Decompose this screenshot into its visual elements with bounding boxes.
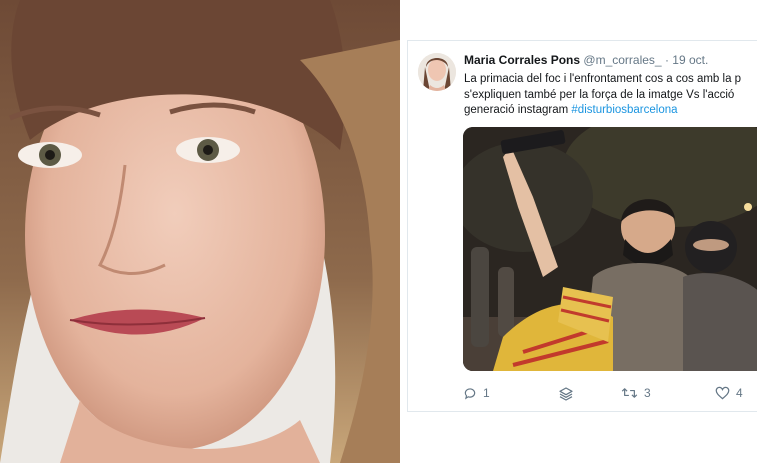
tweet-media-photo[interactable] [463, 127, 757, 371]
stack-button[interactable] [558, 386, 574, 402]
tweet-text-line-start: generació instagram [464, 104, 572, 116]
portrait-photo [0, 0, 400, 463]
tweet-card[interactable]: Maria Corrales Pons @m_corrales_ · 19 oc… [407, 40, 757, 412]
tweet-text-line: s'expliquen també per la força de la ima… [464, 88, 735, 101]
tweet-text-line: generació instagram #disturbiosbarcelona [464, 103, 757, 119]
tweet-header: Maria Corrales Pons @m_corrales_ · 19 oc… [464, 53, 708, 67]
like-button[interactable]: 4 [715, 386, 743, 400]
heart-icon [715, 386, 730, 400]
tweet-text: La primacia del foc i l'enfrontament cos… [464, 72, 757, 119]
tweet-date[interactable]: 19 oct. [672, 53, 708, 67]
retweet-count: 3 [644, 386, 651, 400]
tweet-text-line: La primacia del foc i l'enfrontament cos… [464, 73, 742, 85]
reply-icon [463, 386, 477, 400]
author-name[interactable]: Maria Corrales Pons [464, 53, 580, 67]
avatar[interactable] [418, 53, 456, 91]
separator: · [664, 53, 669, 67]
stack-icon [558, 386, 574, 402]
reply-button[interactable]: 1 [463, 386, 490, 400]
retweet-button[interactable]: 3 [621, 386, 651, 400]
tweet-actions: 1 3 4 [463, 386, 757, 404]
author-handle[interactable]: @m_corrales_ [583, 53, 661, 67]
retweet-icon [621, 386, 638, 400]
like-count: 4 [736, 386, 743, 400]
hashtag-link[interactable]: #disturbiosbarcelona [571, 104, 677, 116]
reply-count: 1 [483, 386, 490, 400]
